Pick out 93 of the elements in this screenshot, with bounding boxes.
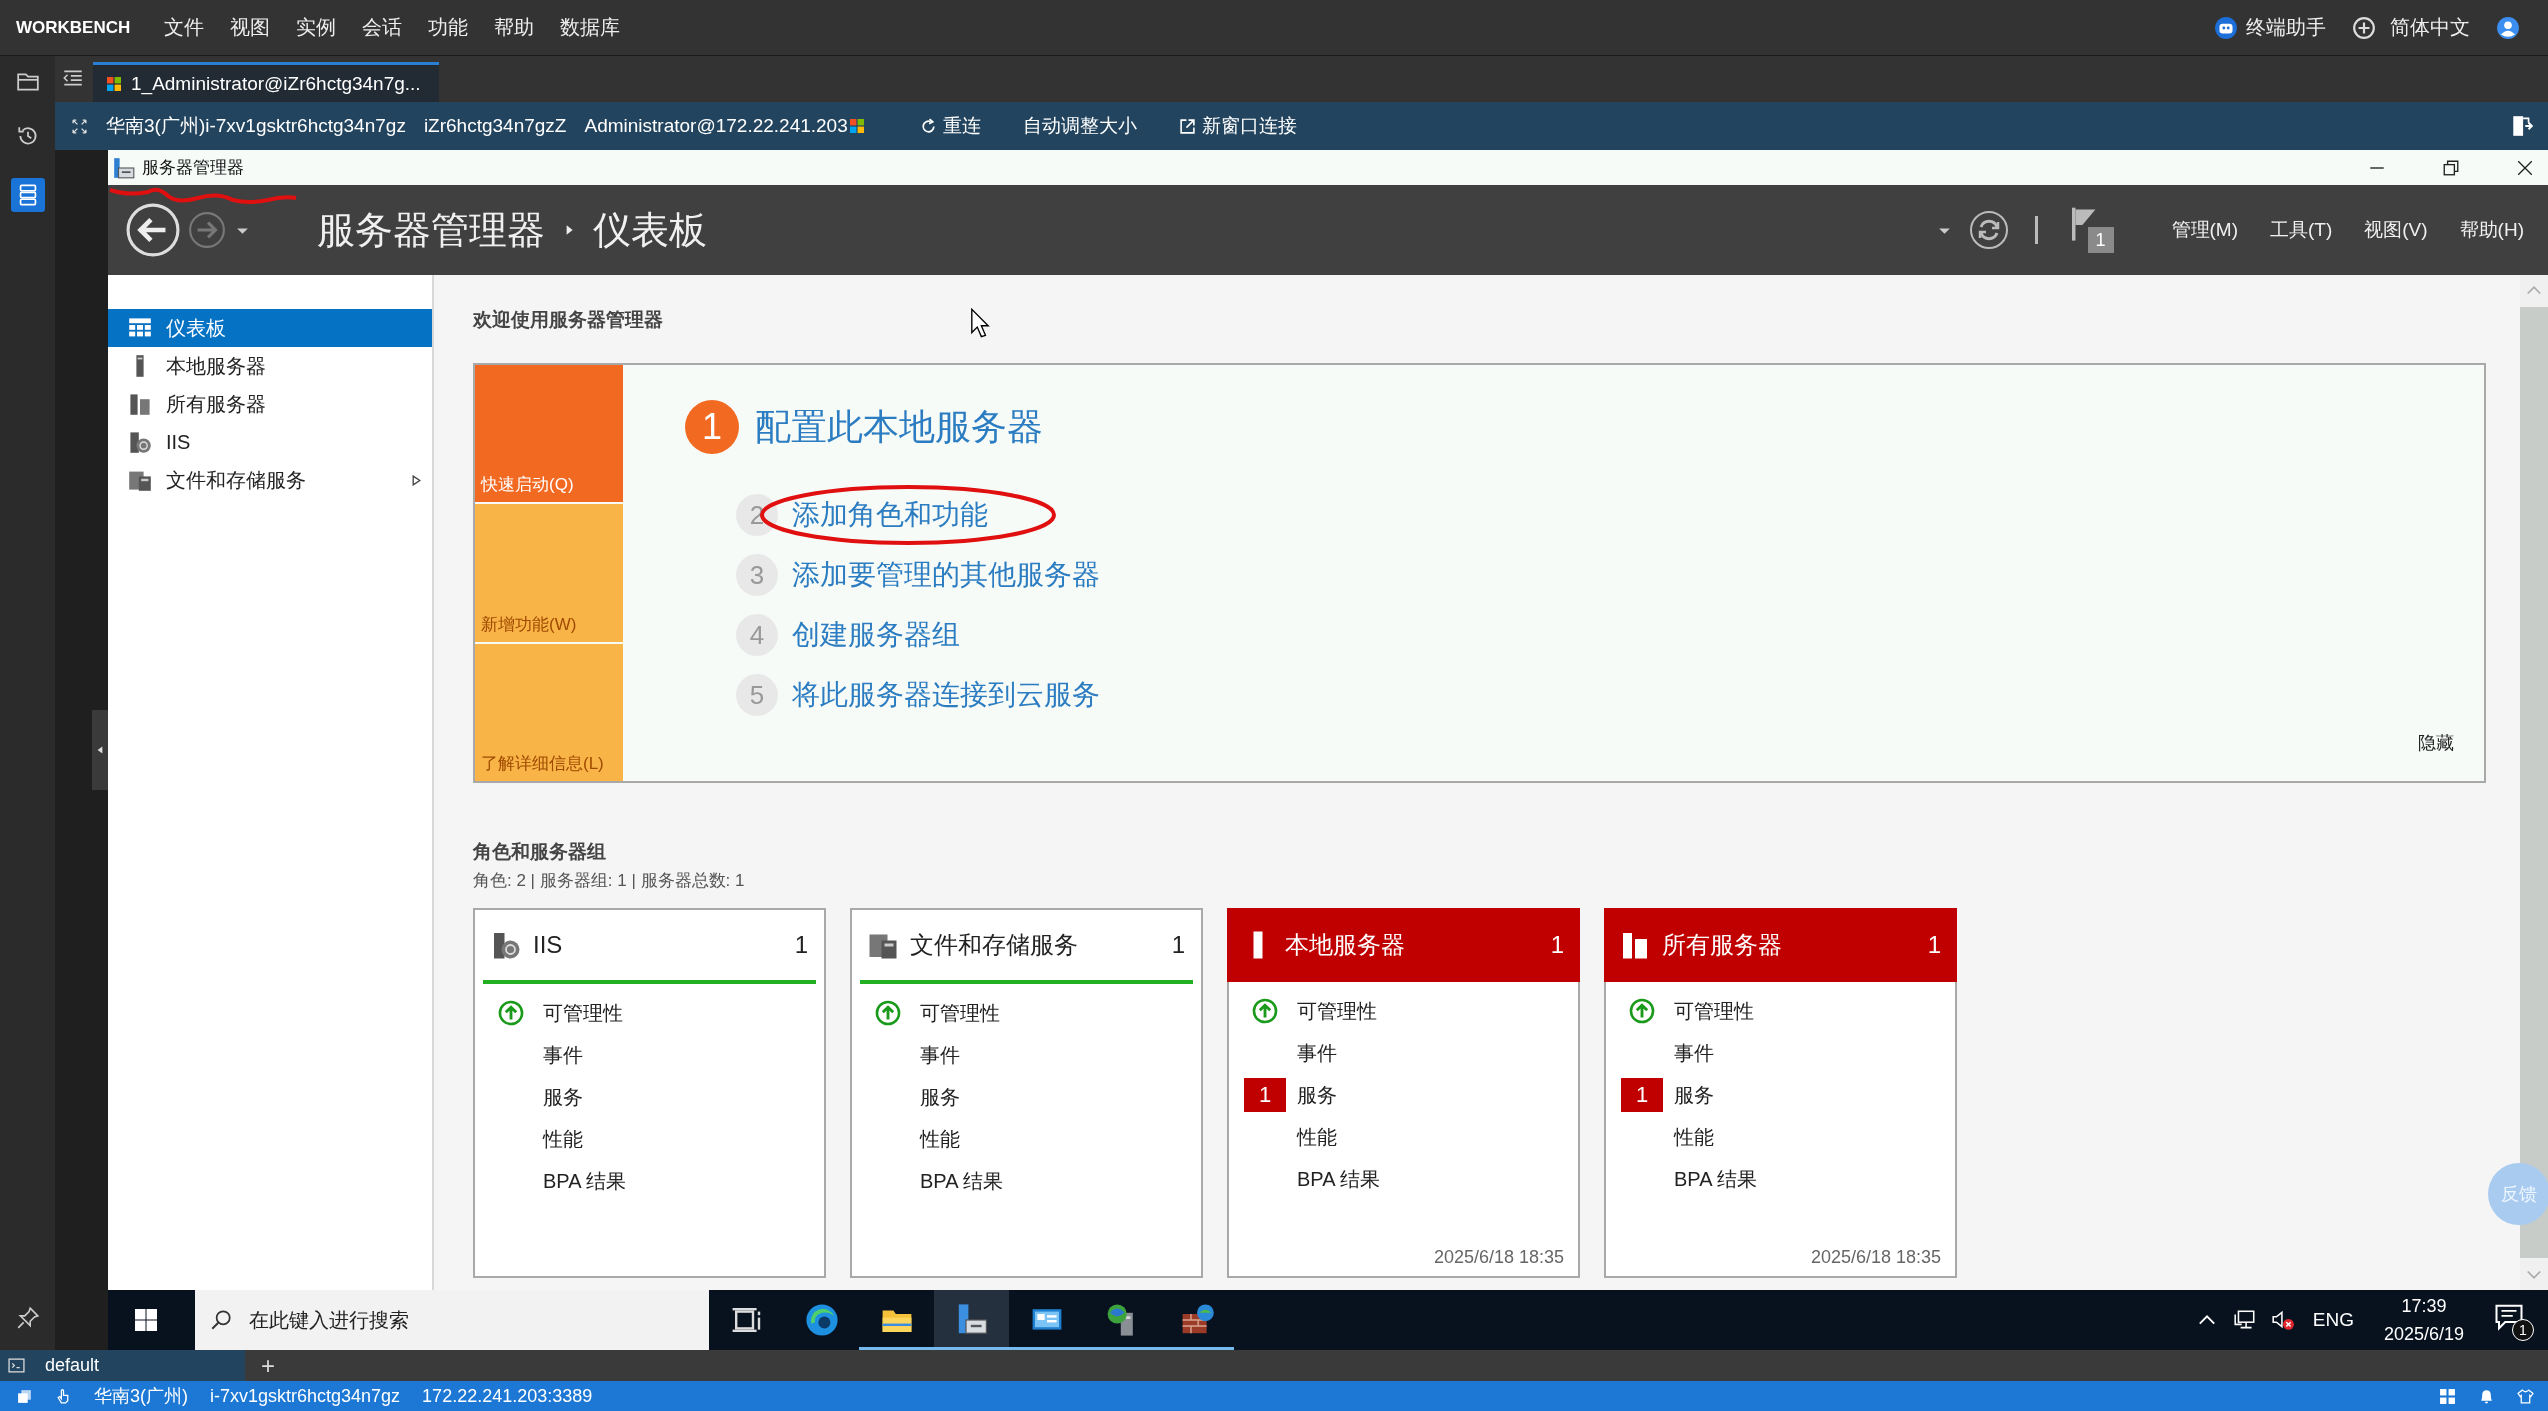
- card-row-label[interactable]: BPA 结果: [1297, 1165, 1380, 1193]
- page-title: 仪表板: [593, 207, 707, 253]
- instance-label: 华南3(广州)i-7xv1gsktr6hctg34n7gz: [106, 114, 406, 138]
- card-title: 所有服务器: [1662, 930, 1783, 960]
- card-header[interactable]: 所有服务器 1: [1604, 908, 1957, 982]
- card-row-label[interactable]: 可管理性: [1297, 997, 1377, 1025]
- role-card[interactable]: 所有服务器 1 可管理性 事件 1 服务 性能 BPA 结果 2025/6/18 18:35: [1604, 908, 1957, 1278]
- card-row-label[interactable]: 服务: [1674, 1081, 1714, 1109]
- step-number: 1: [685, 400, 739, 454]
- menu-item[interactable]: 视图: [230, 14, 271, 41]
- card-row-label[interactable]: 服务: [1297, 1081, 1337, 1109]
- menu-item[interactable]: 文件: [164, 14, 205, 41]
- step-link[interactable]: 添加要管理的其他服务器: [792, 556, 1100, 594]
- step-link[interactable]: 创建服务器组: [792, 616, 960, 654]
- instance-id: i-7xv1gsktr6hctg34n7gz: [210, 1385, 401, 1407]
- card-row-label[interactable]: 事件: [1674, 1039, 1714, 1067]
- timestamp: 2025/6/18 18:35: [1810, 1247, 1941, 1268]
- step-link[interactable]: 将此服务器连接到云服务: [792, 676, 1100, 714]
- region-label: 华南3(广州): [94, 1385, 188, 1408]
- notification-badge: 1: [2087, 227, 2114, 253]
- card-count: 1: [1927, 931, 1941, 959]
- step-number: 5: [736, 674, 778, 716]
- role-card[interactable]: IIS 1 可管理性 事件 服务 性能 BPA 结果: [473, 908, 826, 1278]
- new-window-button[interactable]: 新窗口连接: [1178, 113, 1297, 139]
- card-row-label[interactable]: 事件: [920, 1041, 960, 1069]
- card-row-label[interactable]: 性能: [543, 1125, 583, 1153]
- menu-item[interactable]: 功能: [428, 14, 469, 41]
- language-selector[interactable]: 简体中文: [2390, 14, 2470, 41]
- alert-count-badge: 1: [1244, 1078, 1286, 1112]
- card-title: 文件和存储服务: [910, 930, 1079, 960]
- app-logo-text: WORKBENCH: [16, 17, 131, 38]
- reconnect-button[interactable]: 重连: [919, 113, 981, 139]
- card-row-label[interactable]: BPA 结果: [920, 1167, 1003, 1195]
- role-card[interactable]: 文件和存储服务 1 可管理性 事件 服务 性能 BPA 结果: [850, 908, 1203, 1278]
- action-center-button[interactable]: 1: [2494, 1301, 2532, 1339]
- timestamp: 2025/6/18 18:35: [1433, 1247, 1564, 1268]
- card-row-label[interactable]: BPA 结果: [1674, 1165, 1757, 1193]
- card-title: IIS: [533, 931, 564, 959]
- menu-item[interactable]: 帮助(H): [2459, 217, 2524, 243]
- role-card[interactable]: 本地服务器 1 可管理性 事件 1 服务 性能 BPA 结果 2025/6/18 18:35: [1227, 908, 1580, 1278]
- nav-item[interactable]: 本地服务器: [108, 347, 432, 385]
- card-row-label[interactable]: 可管理性: [543, 999, 623, 1027]
- card-row-label[interactable]: 事件: [1297, 1039, 1337, 1067]
- menu-item[interactable]: 管理(M): [2171, 217, 2238, 243]
- account-label: Administrator@172.22.241.203: [584, 115, 848, 137]
- input-language[interactable]: ENG: [2312, 1309, 2354, 1331]
- address-label: 172.22.241.203:3389: [422, 1385, 593, 1407]
- card-row-label[interactable]: 性能: [920, 1125, 960, 1153]
- notification-badge: 1: [2512, 1319, 2534, 1341]
- card-count: 1: [794, 931, 808, 959]
- card-row-label[interactable]: 性能: [1674, 1123, 1714, 1151]
- menu-item[interactable]: 帮助: [494, 14, 535, 41]
- card-header[interactable]: 本地服务器 1: [1227, 908, 1580, 982]
- hide-link[interactable]: 隐藏: [2418, 731, 2454, 755]
- session-tab[interactable]: default: [39, 1350, 245, 1381]
- clock-time[interactable]: 17:39: [2401, 1292, 2447, 1320]
- step-number: 3: [736, 554, 778, 596]
- card-row-label[interactable]: BPA 结果: [543, 1167, 626, 1195]
- step-link[interactable]: 配置此本地服务器: [755, 402, 1043, 452]
- breadcrumb-item[interactable]: 服务器管理器: [317, 204, 545, 256]
- add-session-button[interactable]: +: [261, 1351, 275, 1380]
- card-count: 1: [1171, 931, 1185, 959]
- card-row-label[interactable]: 服务: [543, 1083, 583, 1111]
- window-title: 服务器管理器: [142, 157, 244, 179]
- search-field[interactable]: 在此键入进行搜索: [195, 1290, 709, 1350]
- card-row-label[interactable]: 事件: [543, 1041, 583, 1069]
- menu-item[interactable]: 会话: [362, 14, 403, 41]
- hostname-label: iZr6hctg34n7gzZ: [423, 115, 567, 137]
- menu-item[interactable]: 视图(V): [2364, 217, 2428, 243]
- roles-summary: 角色: 2 | 服务器组: 1 | 服务器总数: 1: [473, 870, 746, 892]
- nav-item[interactable]: 所有服务器: [108, 385, 432, 423]
- assistant-button[interactable]: 终端助手: [2246, 14, 2326, 41]
- menu-item[interactable]: 实例: [296, 14, 337, 41]
- nav-item[interactable]: 文件和存储服务: [108, 461, 432, 499]
- card-header[interactable]: IIS 1: [483, 910, 816, 984]
- nav-item[interactable]: IIS: [108, 423, 432, 461]
- card-count: 1: [1550, 931, 1564, 959]
- alert-count-badge: 1: [1621, 1078, 1663, 1112]
- clock-date[interactable]: 2025/6/19: [2383, 1320, 2464, 1348]
- step-number: 4: [736, 614, 778, 656]
- session-tab[interactable]: 1_Administrator@iZr6hctg34n7g...: [93, 62, 439, 102]
- menu-item[interactable]: 工具(T): [2270, 217, 2333, 243]
- card-row-label[interactable]: 性能: [1297, 1123, 1337, 1151]
- card-row-label[interactable]: 可管理性: [1674, 997, 1754, 1025]
- card-header[interactable]: 文件和存储服务 1: [860, 910, 1193, 984]
- section-title: 角色和服务器组: [473, 840, 607, 864]
- card-row-label[interactable]: 服务: [920, 1083, 960, 1111]
- card-row-label[interactable]: 可管理性: [920, 999, 1000, 1027]
- menu-item[interactable]: 数据库: [560, 14, 621, 41]
- card-title: 本地服务器: [1285, 930, 1406, 960]
- auto-resize-button[interactable]: 自动调整大小: [1022, 113, 1137, 139]
- section-title: 欢迎使用服务器管理器: [473, 308, 663, 332]
- nav-item[interactable]: 仪表板: [108, 309, 432, 347]
